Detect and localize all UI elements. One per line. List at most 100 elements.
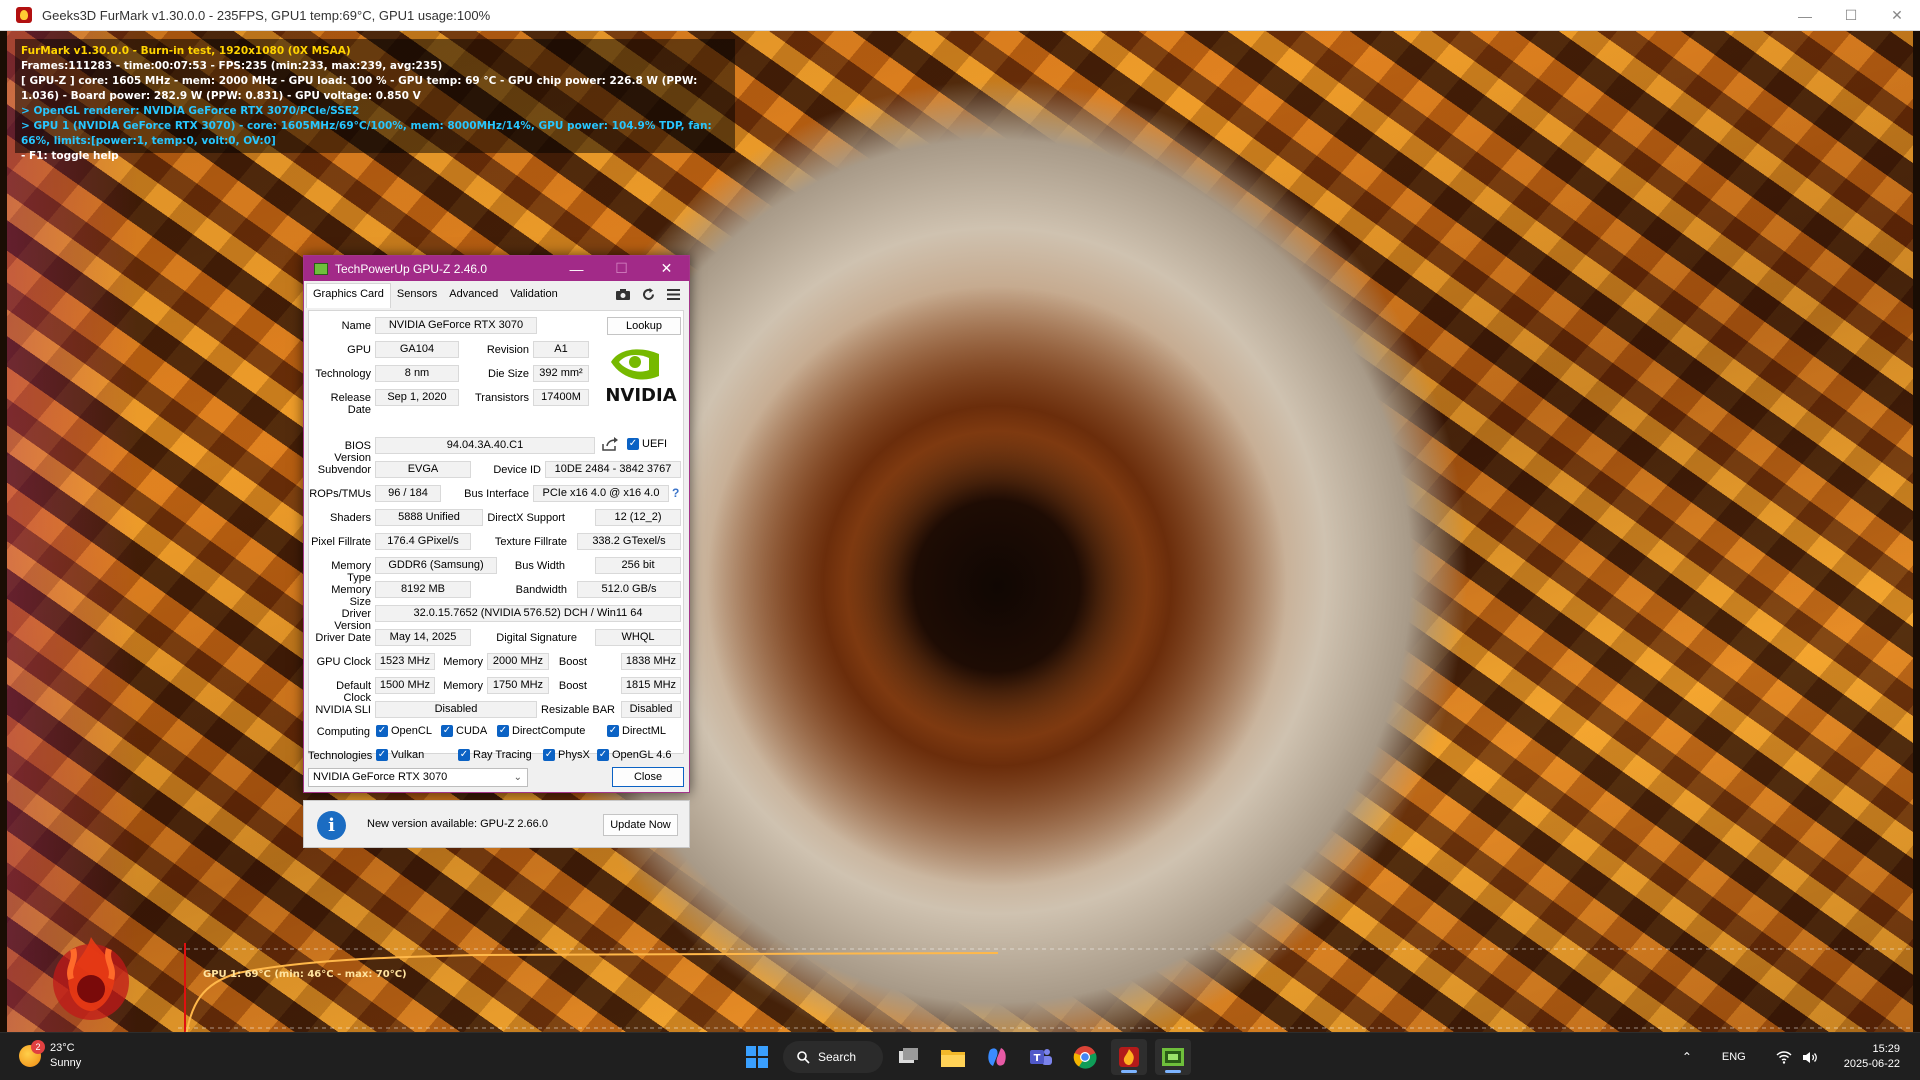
checkbox-opengl[interactable]: ✓ OpenGL 4.6 bbox=[597, 749, 672, 761]
checkmark-icon: ✓ bbox=[607, 725, 619, 737]
field-default-boost[interactable]: 1815 MHz bbox=[621, 677, 681, 694]
field-bios-version[interactable]: 94.04.3A.40.C1 bbox=[375, 437, 595, 454]
tab-sensors[interactable]: Sensors bbox=[391, 284, 443, 308]
field-nvidia-sli[interactable]: Disabled bbox=[375, 701, 537, 718]
label-driver-date: Driver Date bbox=[315, 632, 371, 644]
volume-icon bbox=[1802, 1051, 1817, 1063]
label-gpu: GPU bbox=[347, 344, 371, 356]
chrome-icon[interactable] bbox=[1067, 1039, 1103, 1075]
tab-advanced[interactable]: Advanced bbox=[443, 284, 504, 308]
label-texture-fillrate: Texture Fillrate bbox=[494, 536, 567, 548]
temperature-graph-label: GPU 1: 69°C (min: 46°C - max: 70°C) bbox=[203, 969, 407, 980]
field-technology[interactable]: 8 nm bbox=[375, 365, 459, 382]
checkbox-opencl[interactable]: ✓ OpenCL bbox=[376, 725, 432, 737]
camera-icon[interactable] bbox=[615, 287, 631, 301]
gpuz-maximize-button: ☐ bbox=[615, 260, 628, 276]
field-memory-size[interactable]: 8192 MB bbox=[375, 581, 471, 598]
minimize-button[interactable]: — bbox=[1782, 0, 1828, 31]
furmark-render-canvas[interactable]: FurMark v1.30.0.0 - Burn-in test, 1920x1… bbox=[7, 31, 1913, 1032]
checkbox-physx-label: PhysX bbox=[558, 749, 590, 761]
update-now-button[interactable]: Update Now bbox=[603, 814, 678, 836]
furmark-window-title: Geeks3D FurMark v1.30.0.0 - 235FPS, GPU1… bbox=[42, 7, 491, 23]
label-resizable-bar: Resizable BAR bbox=[541, 704, 615, 716]
teams-icon[interactable]: T bbox=[1023, 1039, 1059, 1075]
checkbox-vulkan[interactable]: ✓ Vulkan bbox=[376, 749, 424, 761]
field-texture-fillrate[interactable]: 338.2 GTexel/s bbox=[577, 533, 681, 550]
label-bus-width: Bus Width bbox=[514, 560, 565, 572]
close-button[interactable]: ✕ bbox=[1874, 0, 1920, 31]
furmark-taskbar-icon[interactable] bbox=[1111, 1039, 1147, 1075]
label-driver-version: Driver Version bbox=[334, 608, 371, 632]
checkbox-uefi[interactable]: ✓ UEFI bbox=[627, 438, 667, 450]
field-bandwidth[interactable]: 512.0 GB/s bbox=[577, 581, 681, 598]
field-subvendor[interactable]: EVGA bbox=[375, 461, 471, 478]
gpuz-titlebar[interactable]: TechPowerUp GPU-Z 2.46.0 — ☐ ✕ bbox=[304, 256, 689, 281]
field-gpu-boost[interactable]: 1838 MHz bbox=[621, 653, 681, 670]
field-revision[interactable]: A1 bbox=[533, 341, 589, 358]
label-technology: Technology bbox=[315, 368, 371, 380]
field-device-id[interactable]: 10DE 2484 - 3842 3767 bbox=[545, 461, 681, 478]
checkbox-cuda[interactable]: ✓ CUDA bbox=[441, 725, 487, 737]
label-die-size: Die Size bbox=[488, 368, 529, 380]
field-die-size[interactable]: 392 mm² bbox=[533, 365, 589, 382]
quick-settings[interactable] bbox=[1776, 1050, 1818, 1064]
lookup-button[interactable]: Lookup bbox=[607, 317, 681, 335]
field-driver-version[interactable]: 32.0.15.7652 (NVIDIA 576.52) DCH / Win11… bbox=[375, 605, 681, 622]
gpuz-minimize-button[interactable]: — bbox=[554, 256, 599, 281]
field-pixel-fillrate[interactable]: 176.4 GPixel/s bbox=[375, 533, 471, 550]
field-default-clock[interactable]: 1500 MHz bbox=[375, 677, 435, 694]
field-bus-width[interactable]: 256 bit bbox=[595, 557, 681, 574]
tab-graphics-card[interactable]: Graphics Card bbox=[306, 283, 391, 308]
task-view-icon[interactable] bbox=[891, 1039, 927, 1075]
chevron-up-icon[interactable]: ⌃ bbox=[1682, 1050, 1692, 1064]
wifi-icon bbox=[1776, 1050, 1792, 1064]
refresh-icon[interactable] bbox=[640, 287, 656, 301]
maximize-button[interactable]: ☐ bbox=[1828, 0, 1874, 31]
gpuz-close-button[interactable]: Close bbox=[612, 767, 684, 787]
field-transistors[interactable]: 17400M bbox=[533, 389, 589, 406]
field-default-memory[interactable]: 1750 MHz bbox=[487, 677, 549, 694]
checkbox-directcompute[interactable]: ✓ DirectCompute bbox=[497, 725, 585, 737]
field-release-date[interactable]: Sep 1, 2020 bbox=[375, 389, 459, 406]
language-indicator[interactable]: ENG bbox=[1722, 1051, 1746, 1063]
field-gpu-clock[interactable]: 1523 MHz bbox=[375, 653, 435, 670]
field-resizable-bar[interactable]: Disabled bbox=[621, 701, 681, 718]
hud-line-gpuz: [ GPU-Z ] core: 1605 MHz - mem: 2000 MHz… bbox=[21, 75, 698, 102]
bus-help-icon[interactable]: ? bbox=[672, 486, 679, 500]
menu-icon[interactable] bbox=[665, 287, 681, 301]
field-directx-support[interactable]: 12 (12_2) bbox=[595, 509, 681, 526]
field-digital-signature[interactable]: WHQL bbox=[595, 629, 681, 646]
taskbar-search[interactable]: Search bbox=[783, 1041, 883, 1073]
field-rops-tmus[interactable]: 96 / 184 bbox=[375, 485, 441, 502]
label-default-clock: Default Clock bbox=[336, 680, 371, 704]
checkbox-opengl-label: OpenGL 4.6 bbox=[612, 749, 672, 761]
tab-validation[interactable]: Validation bbox=[504, 284, 564, 308]
field-gpu-memory[interactable]: 2000 MHz bbox=[487, 653, 549, 670]
label-gpu-memory: Memory bbox=[443, 656, 483, 668]
label-bus-interface: Bus Interface bbox=[464, 488, 529, 500]
checkbox-physx[interactable]: ✓ PhysX bbox=[543, 749, 590, 761]
weather-widget[interactable]: 2 23°C Sunny bbox=[19, 1040, 81, 1071]
field-driver-date[interactable]: May 14, 2025 bbox=[375, 629, 471, 646]
search-icon bbox=[797, 1050, 810, 1064]
file-explorer-icon[interactable] bbox=[935, 1039, 971, 1075]
label-memory-type: Memory Type bbox=[331, 560, 371, 584]
checkbox-ray-tracing[interactable]: ✓ Ray Tracing bbox=[458, 749, 532, 761]
field-name[interactable]: NVIDIA GeForce RTX 3070 bbox=[375, 317, 537, 334]
gpuz-close-window-button[interactable]: ✕ bbox=[644, 256, 689, 281]
gpu-select-dropdown[interactable]: NVIDIA GeForce RTX 3070 ⌄ bbox=[308, 768, 528, 787]
share-bios-icon[interactable] bbox=[601, 436, 619, 452]
taskbar-clock[interactable]: 15:29 2025-06-22 bbox=[1844, 1042, 1900, 1072]
field-memory-type[interactable]: GDDR6 (Samsung) bbox=[375, 557, 497, 574]
gpuz-taskbar-icon[interactable] bbox=[1155, 1039, 1191, 1075]
label-memory-size: Memory Size bbox=[331, 584, 371, 608]
start-icon[interactable] bbox=[739, 1039, 775, 1075]
checkbox-directml[interactable]: ✓ DirectML bbox=[607, 725, 666, 737]
checkbox-opencl-label: OpenCL bbox=[391, 725, 432, 737]
field-gpu[interactable]: GA104 bbox=[375, 341, 459, 358]
field-shaders[interactable]: 5888 Unified bbox=[375, 509, 483, 526]
window-controls: — ☐ ✕ bbox=[1782, 0, 1920, 31]
copilot-icon[interactable] bbox=[979, 1039, 1015, 1075]
field-bus-interface[interactable]: PCIe x16 4.0 @ x16 4.0 bbox=[533, 485, 669, 502]
nvidia-logo: NVIDIA bbox=[605, 340, 677, 404]
